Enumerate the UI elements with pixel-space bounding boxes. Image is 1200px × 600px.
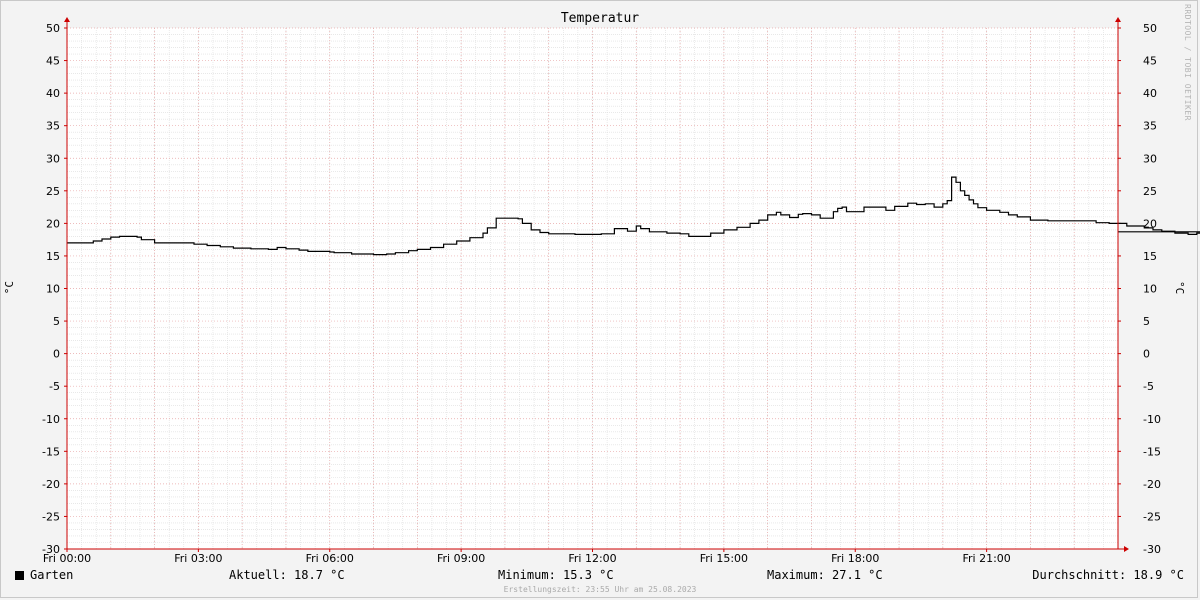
- y-tick-label-right: 50: [1143, 22, 1157, 35]
- y-tick-label-right: 30: [1143, 152, 1157, 165]
- y-tick-label-left: 25: [46, 185, 60, 198]
- y-tick-label-left: 15: [46, 250, 60, 263]
- y-tick-label-left: 10: [46, 283, 60, 296]
- y-tick-label-right: -30: [1143, 543, 1161, 556]
- y-tick-label-left: 30: [46, 152, 60, 165]
- x-tick-label: Fri 12:00: [568, 552, 616, 565]
- y-tick-label-right: -20: [1143, 478, 1161, 491]
- y-tick-label-left: 35: [46, 120, 60, 133]
- legend-series-name: Garten: [30, 568, 74, 582]
- y-tick-label-right: 15: [1143, 250, 1157, 263]
- y-tick-label-left: 50: [46, 22, 60, 35]
- y-axis-ticks-right: 50454035302520151050-5-10-15-20-25-30: [1118, 22, 1161, 556]
- legend-entry-garten: Garten: [15, 568, 73, 582]
- y-tick-label-right: 10: [1143, 283, 1157, 296]
- x-tick-label: Fri 00:00: [43, 552, 91, 565]
- y-tick-label-right: 5: [1143, 315, 1150, 328]
- y-tick-label-right: -5: [1143, 380, 1154, 393]
- y-tick-label-right: -25: [1143, 510, 1161, 523]
- y-tick-label-left: -5: [49, 380, 60, 393]
- x-tick-label: Fri 15:00: [700, 552, 748, 565]
- y-tick-label-left: 45: [46, 55, 60, 68]
- x-axis-ticks: Fri 00:00 Fri 03:00 Fri 06:00 Fri 09:00 Fri …: [43, 549, 1011, 565]
- stat-average: Durchschnitt: 18.9 °C: [1032, 568, 1184, 582]
- legend: Garten Aktuell: 18.7 °C Minimum: 15.3 °C…: [0, 568, 1200, 584]
- y-tick-label-right: 35: [1143, 120, 1157, 133]
- creation-timestamp: Erstellungszeit: 23:55 Uhr am 25.08.2023: [503, 585, 697, 594]
- y-tick-label-left: 5: [53, 315, 60, 328]
- x-tick-label: Fri 06:00: [306, 552, 354, 565]
- x-tick-label: Fri 03:00: [174, 552, 222, 565]
- legend-swatch: [15, 571, 24, 580]
- y-tick-label-right: -10: [1143, 413, 1161, 426]
- y-axis-ticks-left: 50454035302520151050-5-10-15-20-25-30: [42, 22, 67, 556]
- y-tick-label-left: 40: [46, 87, 60, 100]
- stat-current: Aktuell: 18.7 °C: [229, 568, 345, 582]
- y-tick-label-left: -20: [42, 478, 60, 491]
- y-axis-arrow-right: [1115, 17, 1121, 22]
- stat-maximum: Maximum: 27.1 °C: [767, 568, 883, 582]
- x-axis-arrow: [1124, 546, 1129, 552]
- x-tick-label: Fri 21:00: [962, 552, 1010, 565]
- y-tick-label-left: 20: [46, 217, 60, 230]
- x-tick-label: Fri 09:00: [437, 552, 485, 565]
- y-tick-label-right: 0: [1143, 348, 1150, 361]
- y-axis-arrow-left: [64, 17, 70, 22]
- y-tick-label-right: -15: [1143, 445, 1161, 458]
- y-tick-label-left: -15: [42, 445, 60, 458]
- chart-canvas: 50454035302520151050-5-10-15-20-25-30 50…: [42, 17, 1200, 565]
- y-tick-label-left: 0: [53, 348, 60, 361]
- stat-minimum: Minimum: 15.3 °C: [498, 568, 614, 582]
- y-tick-label-right: 25: [1143, 185, 1157, 198]
- y-tick-label-right: 45: [1143, 55, 1157, 68]
- y-tick-label-left: -10: [42, 413, 60, 426]
- x-tick-label: Fri 18:00: [831, 552, 879, 565]
- y-tick-label-right: 40: [1143, 87, 1157, 100]
- y-tick-label-left: -25: [42, 510, 60, 523]
